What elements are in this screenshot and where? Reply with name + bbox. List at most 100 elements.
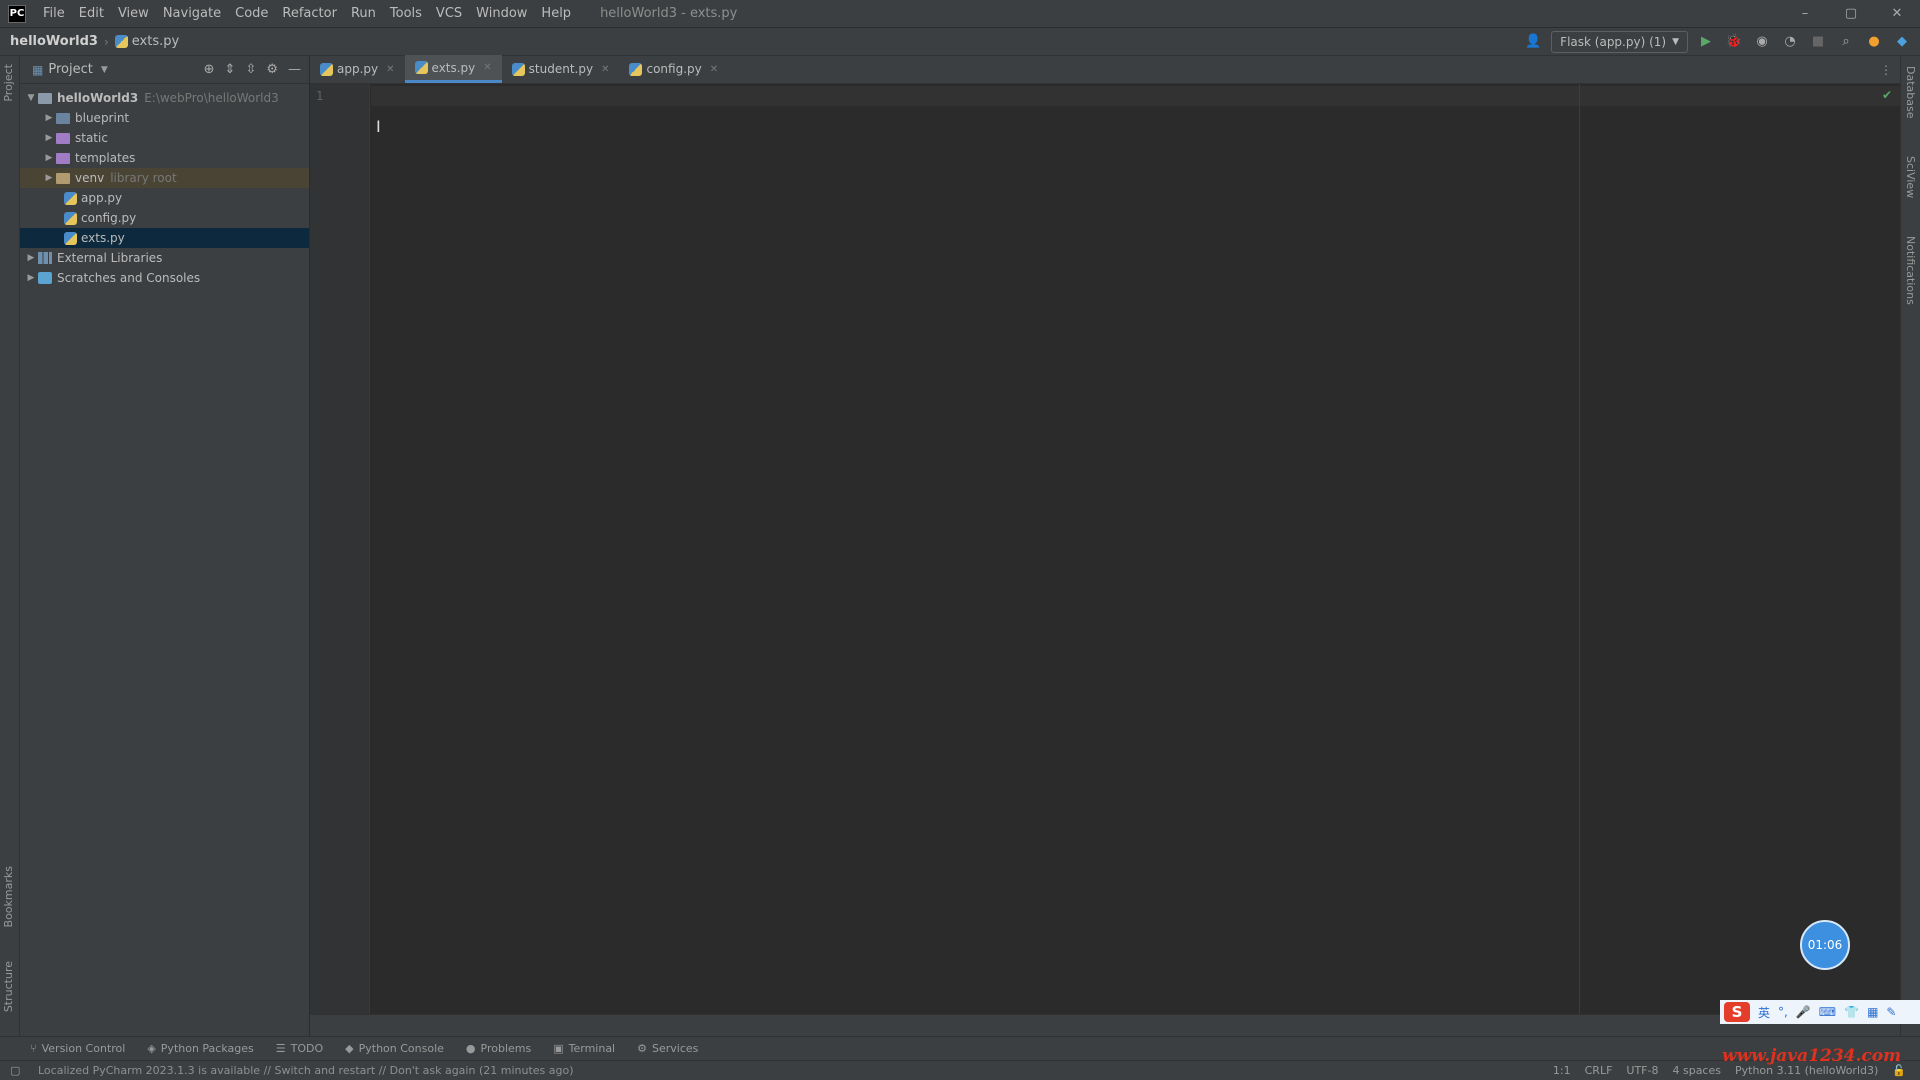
tool-python-packages[interactable]: ◈ Python Packages <box>147 1042 253 1055</box>
tab-config-py[interactable]: config.py ✕ <box>619 55 728 83</box>
tool-services[interactable]: ⚙ Services <box>637 1042 698 1055</box>
python-file-icon <box>414 61 428 74</box>
minimize-button[interactable]: – <box>1782 0 1828 28</box>
inspection-ok-icon[interactable]: ✔ <box>1882 88 1892 102</box>
menu-vcs[interactable]: VCS <box>429 0 469 28</box>
maximize-button[interactable]: ▢ <box>1828 0 1874 28</box>
stop-icon[interactable]: ■ <box>1808 32 1828 52</box>
microphone-icon[interactable]: 🎤 <box>1796 1005 1811 1019</box>
tool-version-control[interactable]: ⑂ Version Control <box>30 1042 125 1055</box>
tree-external-libraries[interactable]: ▶ External Libraries <box>20 248 309 268</box>
tool-problems[interactable]: ● Problems <box>466 1042 531 1055</box>
close-icon[interactable]: ✕ <box>710 64 718 75</box>
tree-file-app[interactable]: app.py <box>20 188 309 208</box>
project-panel-title[interactable]: Project <box>48 62 92 77</box>
tree-folder-static[interactable]: ▶ static <box>20 128 309 148</box>
chevron-down-icon[interactable]: ▼ <box>101 65 108 75</box>
close-window-button[interactable]: ✕ <box>1874 0 1920 28</box>
chevron-right-icon[interactable]: ▶ <box>42 173 56 183</box>
expand-all-icon[interactable]: ⇕ <box>225 62 236 77</box>
menu-refactor[interactable]: Refactor <box>275 0 344 28</box>
status-message[interactable]: Localized PyCharm 2023.1.3 is available … <box>38 1064 574 1077</box>
tool-python-console[interactable]: ◆ Python Console <box>345 1042 444 1055</box>
menu-run[interactable]: Run <box>344 0 383 28</box>
debug-icon[interactable]: 🐞 <box>1724 32 1744 52</box>
python-file-icon <box>629 62 643 76</box>
profile-icon[interactable]: ◔ <box>1780 32 1800 52</box>
line-separator[interactable]: CRLF <box>1585 1064 1613 1077</box>
run-icon[interactable]: ▶ <box>1696 32 1716 52</box>
tree-root[interactable]: ▼ helloWorld3 E:\webPro\helloWorld3 <box>20 88 309 108</box>
locate-icon[interactable]: ⊕ <box>204 62 215 77</box>
chevron-right-icon[interactable]: ▶ <box>24 273 38 283</box>
status-toggle-icon[interactable]: ▢ <box>10 1064 20 1077</box>
more-options-icon[interactable]: ⋮ <box>1880 63 1892 77</box>
menu-edit[interactable]: Edit <box>72 0 111 28</box>
tool-todo[interactable]: ☰ TODO <box>276 1042 323 1055</box>
tab-label: exts.py <box>431 60 476 75</box>
run-configuration-select[interactable]: Flask (app.py) (1) ▼ <box>1551 30 1688 53</box>
menu-help[interactable]: Help <box>534 0 578 28</box>
tree-folder-blueprint[interactable]: ▶ blueprint <box>20 108 309 128</box>
structure-tool-tab[interactable]: Structure <box>2 961 15 1012</box>
hide-icon[interactable]: — <box>288 62 301 77</box>
chevron-down-icon[interactable]: ▼ <box>24 93 38 103</box>
search-icon[interactable]: ⌕ <box>1836 32 1856 52</box>
library-icon <box>38 252 52 264</box>
project-tool-tab[interactable]: Project <box>2 64 15 102</box>
close-icon[interactable]: ✕ <box>601 64 609 75</box>
tab-student-py[interactable]: student.py ✕ <box>502 55 620 83</box>
chevron-right-icon[interactable]: ▶ <box>42 113 56 123</box>
menu-file[interactable]: File <box>36 0 72 28</box>
sciview-tool-tab[interactable]: SciView <box>1904 156 1917 198</box>
chevron-right-icon[interactable]: ▶ <box>42 133 56 143</box>
python-file-icon <box>511 62 525 76</box>
breadcrumb-file[interactable]: exts.py <box>132 34 179 49</box>
notifications-tool-tab[interactable]: Notifications <box>1904 236 1917 305</box>
close-icon[interactable]: ✕ <box>483 62 491 73</box>
keyboard-icon[interactable]: ⌨ <box>1819 1005 1836 1019</box>
tree-file-exts[interactable]: exts.py <box>20 228 309 248</box>
project-panel-header: ▦ Project ▼ ⊕ ⇕ ⇳ ⚙ — <box>20 56 309 84</box>
ime-language[interactable]: 英 <box>1758 1004 1770 1021</box>
menu-code[interactable]: Code <box>228 0 275 28</box>
apps-grid-icon[interactable]: ▦ <box>1867 1005 1878 1019</box>
tab-exts-py[interactable]: exts.py ✕ <box>404 55 502 83</box>
right-margin-guide <box>1579 84 1580 1014</box>
update-icon[interactable]: ● <box>1864 32 1884 52</box>
jetbrains-toolbox-icon[interactable]: ◆ <box>1892 32 1912 52</box>
menu-window[interactable]: Window <box>469 0 534 28</box>
tab-app-py[interactable]: app.py ✕ <box>310 55 405 83</box>
tool-label: Services <box>652 1042 699 1055</box>
close-icon[interactable]: ✕ <box>386 64 394 75</box>
sogou-ime-logo-icon[interactable]: S <box>1724 1002 1750 1022</box>
file-encoding[interactable]: UTF-8 <box>1626 1064 1658 1077</box>
tree-file-config[interactable]: config.py <box>20 208 309 228</box>
menu-tools[interactable]: Tools <box>383 0 429 28</box>
tree-folder-venv[interactable]: ▶ venv library root <box>20 168 309 188</box>
indent-setting[interactable]: 4 spaces <box>1672 1064 1721 1077</box>
breadcrumb-project[interactable]: helloWorld3 <box>10 34 98 49</box>
ime-toolbar: S 英 °, 🎤 ⌨ 👕 ▦ ✎ <box>1720 1000 1920 1024</box>
user-icon[interactable]: 👤 <box>1523 32 1543 52</box>
tree-scratches[interactable]: ▶ Scratches and Consoles <box>20 268 309 288</box>
gear-icon[interactable]: ⚙ <box>266 62 278 77</box>
coverage-icon[interactable]: ◉ <box>1752 32 1772 52</box>
tools-icon[interactable]: ✎ <box>1886 1005 1896 1019</box>
bookmarks-tool-tab[interactable]: Bookmarks <box>2 866 15 927</box>
chevron-right-icon[interactable]: ▶ <box>24 253 38 263</box>
menu-navigate[interactable]: Navigate <box>156 0 228 28</box>
menu-view[interactable]: View <box>111 0 156 28</box>
tree-file-label: app.py <box>81 191 123 205</box>
punctuation-icon[interactable]: °, <box>1778 1005 1788 1019</box>
excluded-folder-icon <box>56 172 70 184</box>
skin-icon[interactable]: 👕 <box>1844 1005 1859 1019</box>
tool-label: Version Control <box>41 1042 126 1055</box>
chevron-right-icon[interactable]: ▶ <box>42 153 56 163</box>
tree-folder-templates[interactable]: ▶ templates <box>20 148 309 168</box>
code-editor[interactable]: 1 I ✔ <box>310 84 1900 1014</box>
database-tool-tab[interactable]: Database <box>1904 66 1917 119</box>
collapse-all-icon[interactable]: ⇳ <box>245 62 256 77</box>
tool-terminal[interactable]: ▣ Terminal <box>553 1042 615 1055</box>
caret-position[interactable]: 1:1 <box>1553 1064 1571 1077</box>
